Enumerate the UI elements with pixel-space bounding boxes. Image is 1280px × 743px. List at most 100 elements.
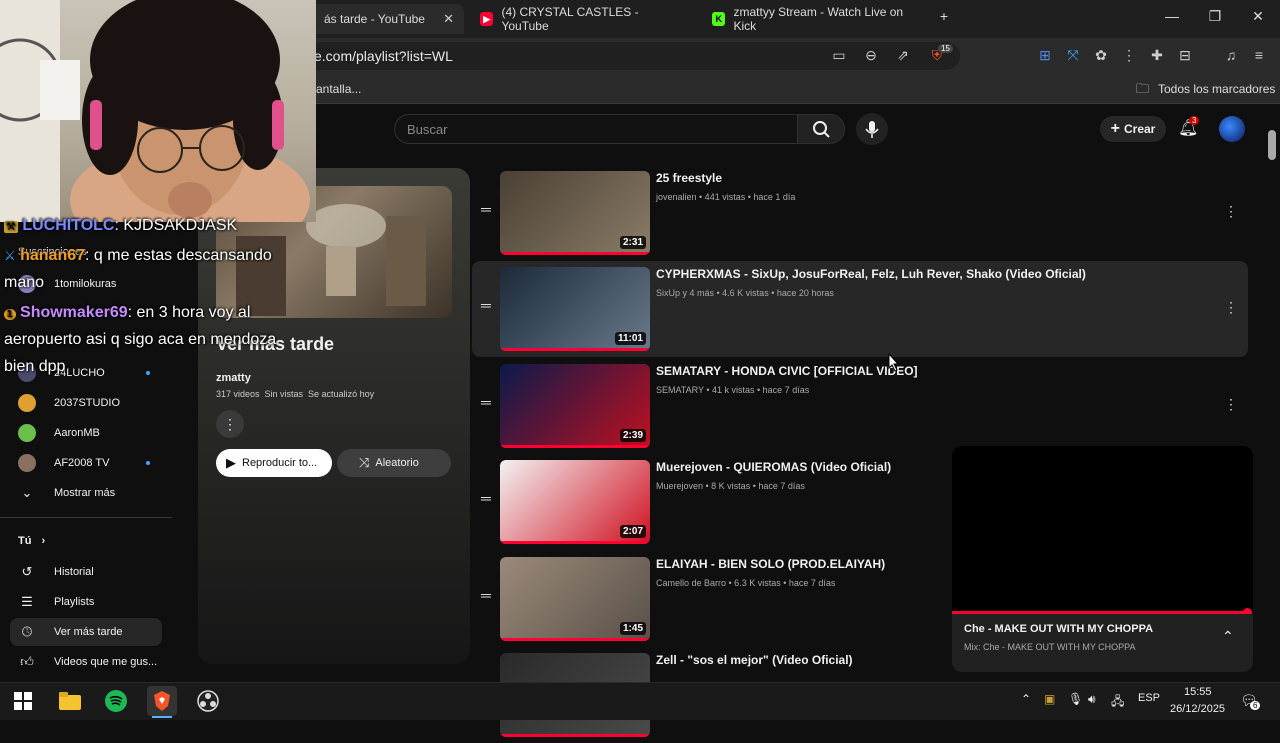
play-all-button[interactable]: ▶ Reproducir to... — [216, 449, 332, 477]
new-tab-button[interactable]: + — [934, 8, 954, 24]
sidebar-sub-item[interactable]: 2037STUDIO — [10, 389, 162, 417]
sidebar-item-watch-later[interactable]: 🕓︎ Ver más tarde — [10, 618, 162, 646]
folder-icon: 🗀 — [1136, 81, 1150, 96]
video-thumbnail[interactable]: 1:45 — [500, 557, 650, 641]
drag-handle-icon[interactable]: ═ — [479, 201, 493, 217]
video-title[interactable]: SEMATARY - HONDA CIVIC [OFFICIAL VIDEO] — [656, 364, 918, 378]
tab-watch-later[interactable]: ás tarde - YouTube ✕ — [300, 4, 464, 34]
media-icon[interactable]: ♫ — [1222, 46, 1240, 64]
zoom-icon[interactable]: ⊖ — [862, 46, 880, 64]
video-thumbnail[interactable]: 2:07 — [500, 460, 650, 544]
search-button[interactable] — [797, 114, 845, 144]
video-thumbnail[interactable]: 11:01 — [500, 267, 650, 351]
tray-app-icon[interactable]: ▣ — [1044, 692, 1055, 706]
you-section-heading[interactable]: Tú › — [10, 527, 162, 555]
mouse-cursor-icon — [888, 352, 900, 372]
video-thumbnail[interactable]: 2:31 — [500, 171, 650, 255]
extension-2-icon[interactable]: ✿ — [1092, 46, 1110, 64]
mini-player[interactable]: Che - MAKE OUT WITH MY CHOPPA Mix: Che -… — [952, 446, 1253, 672]
minimize-icon[interactable]: — — [1162, 8, 1182, 24]
shuffle-label: Aleatorio — [375, 457, 419, 469]
video-title[interactable]: Zell - "sos el mejor" (Video Oficial) — [656, 653, 853, 667]
chat-message-continued: bien dpp — [4, 358, 65, 376]
account-avatar[interactable] — [1219, 116, 1245, 142]
playlist-video-row[interactable]: ═ 11:01 CYPHERXMAS - SixUp, JosuForReal, F… — [472, 261, 1248, 357]
video-duration: 11:01 — [614, 332, 646, 345]
file-explorer-icon[interactable] — [55, 686, 85, 716]
video-title[interactable]: 25 freestyle — [656, 171, 722, 185]
page-scrollbar[interactable] — [1268, 130, 1276, 160]
chat-message: ⚒ LUCHITOLC: KJDSAKDJASK — [4, 217, 237, 235]
more-actions-icon[interactable]: ⋮ — [1224, 396, 1238, 413]
chat-message-continued: aeropuerto asi q sigo aca en mendoza — [4, 331, 276, 349]
clock-date[interactable]: 26/12/2025 — [1170, 703, 1225, 715]
mini-player-subtitle: Mix: Che - MAKE OUT WITH MY CHOPPA — [964, 642, 1136, 652]
chevron-down-icon: ⌄ — [21, 485, 33, 500]
more-actions-icon[interactable]: ⋮ — [1224, 299, 1238, 316]
playlist-owner[interactable]: zmatty — [216, 372, 251, 384]
avatar — [18, 424, 36, 442]
drag-handle-icon[interactable]: ═ — [479, 587, 493, 603]
video-title[interactable]: Muerejoven - QUIEROMAS (Video Oficial) — [656, 460, 891, 474]
search-input[interactable]: Buscar — [394, 114, 798, 144]
shuffle-button[interactable]: ⤨ Aleatorio — [337, 449, 451, 477]
play-icon: ▶ — [226, 455, 236, 470]
playlist-video-row[interactable]: ═ 2:39 SEMATARY - HONDA CIVIC [OFFICIAL VI… — [472, 358, 1248, 454]
sidebar-item-history[interactable]: ↺ Historial — [10, 558, 162, 586]
sidebar-sub-item[interactable]: AF2008 TV — [10, 449, 162, 477]
puzzle-extensions-icon[interactable]: ✚ — [1148, 46, 1166, 64]
obs-icon[interactable] — [193, 686, 223, 716]
microphone-tray-icon[interactable]: 🎙︎ — [1068, 692, 1083, 706]
video-duration: 2:39 — [619, 429, 646, 442]
video-thumbnail[interactable]: 2:39 — [500, 364, 650, 448]
chat-message-continued: mano — [4, 274, 44, 292]
extension-icon[interactable]: ⤧ — [1064, 46, 1082, 64]
channel-name: AaronMB — [54, 427, 100, 439]
all-bookmarks-button[interactable]: Todos los marcadores — [1158, 82, 1275, 96]
clock-time[interactable]: 15:55 — [1184, 686, 1212, 698]
chat-text: : q me estas descansando — [85, 247, 272, 264]
windows-start-icon[interactable] — [8, 686, 38, 716]
url-field[interactable]: e.com/playlist?list=WL — [300, 42, 960, 70]
close-tab-icon[interactable]: ✕ — [443, 11, 454, 27]
sidebar-item-playlists[interactable]: ☰ Playlists — [10, 588, 162, 616]
cast-icon[interactable]: ▭ — [830, 46, 848, 64]
moderator-badge-icon: ⚒ — [4, 221, 18, 233]
menu-icon[interactable]: ≡ — [1250, 46, 1268, 64]
sidebar-toggle-icon[interactable]: ⊟ — [1176, 46, 1194, 64]
language-indicator[interactable]: ESP — [1138, 692, 1160, 704]
tray-overflow-icon[interactable]: ⌃ — [1021, 692, 1031, 706]
drag-handle-icon[interactable]: ═ — [479, 394, 493, 410]
video-title[interactable]: CYPHERXMAS - SixUp, JosuForReal, Felz, L… — [656, 267, 1086, 281]
share-icon[interactable]: ⇗ — [894, 46, 912, 64]
search-icon — [813, 121, 830, 138]
mini-player-info: Che - MAKE OUT WITH MY CHOPPA Mix: Che -… — [952, 614, 1253, 672]
more-actions-icon[interactable]: ⋮ — [1224, 203, 1238, 220]
sidebar-item-label: Historial — [54, 566, 94, 578]
tab-kick-stream[interactable]: K zmattyy Stream - Watch Live on Kick — [702, 4, 932, 34]
playlist-video-row[interactable]: ═ 2:31 25 freestyle jovenalien • 441 vistas… — [472, 165, 1248, 261]
bookmark-item[interactable]: antalla... — [316, 82, 361, 96]
live-indicator — [146, 461, 150, 465]
sidebar-sub-item[interactable]: AaronMB — [10, 419, 162, 447]
spotify-icon[interactable] — [101, 686, 131, 716]
close-window-icon[interactable]: ✕ — [1248, 8, 1268, 25]
sidebar-item-label: Videos que me gus... — [54, 656, 158, 668]
network-icon[interactable]: 🖧 — [1111, 692, 1124, 713]
drag-handle-icon[interactable]: ═ — [479, 297, 493, 313]
extension-3-icon[interactable]: ⋮ — [1120, 46, 1138, 64]
drag-handle-icon[interactable]: ═ — [479, 490, 493, 506]
playlist-more-icon[interactable]: ⋮ — [216, 410, 244, 438]
volume-icon[interactable]: 🔊︎ — [1088, 692, 1096, 707]
voice-search-button[interactable] — [856, 113, 888, 145]
show-more-button[interactable]: ⌄ Mostrar más — [10, 479, 162, 507]
restore-icon[interactable]: ❐ — [1205, 8, 1225, 25]
sidebar-item-liked-videos[interactable]: 👍︎ Videos que me gus... — [10, 648, 162, 676]
create-button[interactable]: + Crear — [1100, 116, 1166, 142]
expand-queue-icon[interactable]: ⌃ — [1222, 628, 1234, 645]
translate-icon[interactable]: ⊞ — [1036, 46, 1054, 64]
tab-crystal-castles[interactable]: ▶ (4) CRYSTAL CASTLES - YouTube — [470, 4, 692, 34]
video-title[interactable]: ELAIYAH - BIEN SOLO (PROD.ELAIYAH) — [656, 557, 885, 571]
watch-progress-bar — [500, 252, 650, 255]
brave-browser-icon[interactable] — [147, 686, 177, 716]
